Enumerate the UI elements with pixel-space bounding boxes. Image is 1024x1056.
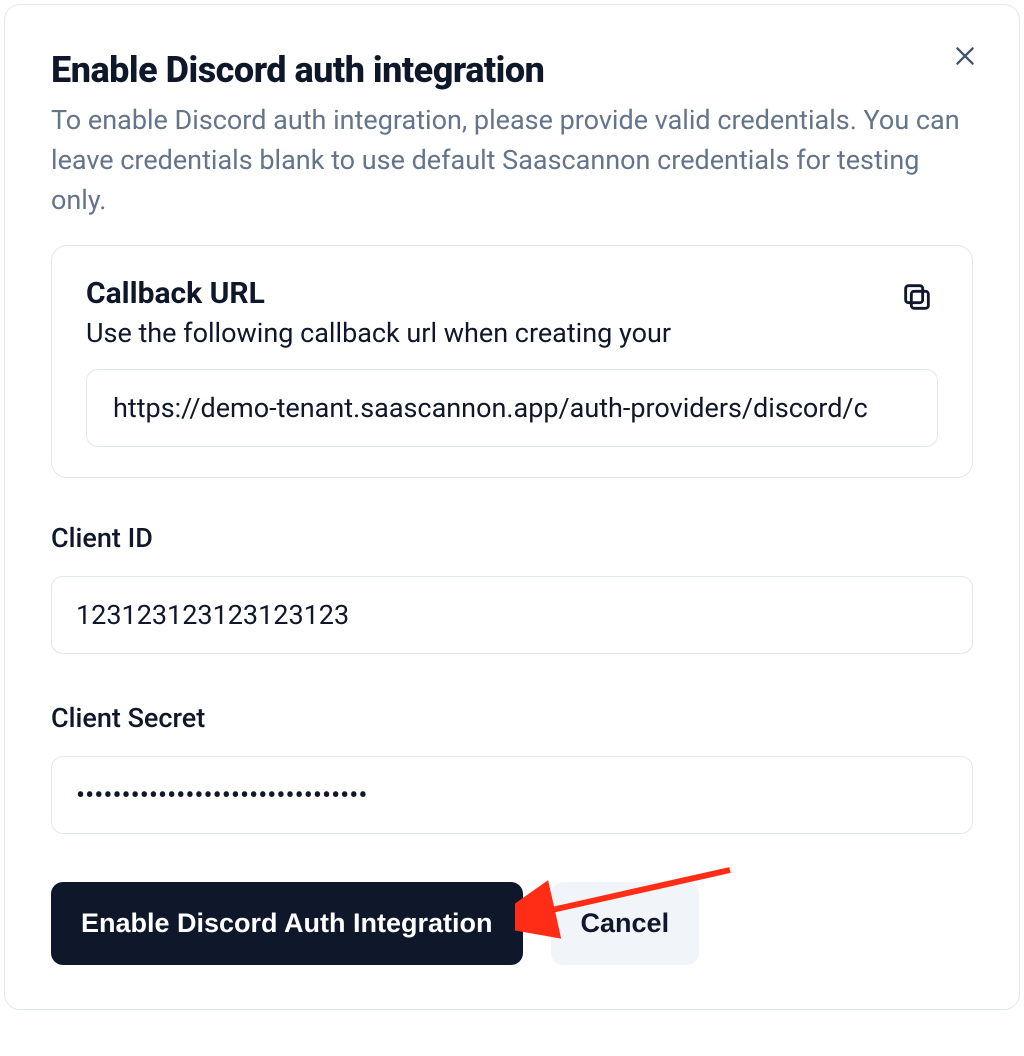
copy-icon [900,280,934,317]
client-secret-label: Client Secret [51,702,973,734]
close-button[interactable] [945,37,985,77]
client-id-field-group: Client ID [51,522,973,654]
callback-url-card: Callback URL Use the following callback … [51,245,973,478]
cancel-button[interactable]: Cancel [551,882,700,965]
callback-title: Callback URL [86,276,671,311]
client-secret-input[interactable] [51,756,973,834]
client-secret-field-group: Client Secret [51,702,973,834]
callback-url-value[interactable]: https://demo-tenant.saascannon.app/auth-… [86,369,938,447]
client-id-label: Client ID [51,522,973,554]
close-icon [952,43,978,72]
modal-title: Enable Discord auth integration [51,49,973,91]
copy-callback-button[interactable] [896,276,938,321]
modal-actions: Enable Discord Auth Integration Cancel [51,882,973,965]
callback-subtitle: Use the following callback url when crea… [86,317,671,349]
enable-integration-button[interactable]: Enable Discord Auth Integration [51,882,523,965]
enable-auth-modal: Enable Discord auth integration To enabl… [4,4,1020,1010]
client-id-input[interactable] [51,576,973,654]
modal-description: To enable Discord auth integration, plea… [51,101,973,221]
